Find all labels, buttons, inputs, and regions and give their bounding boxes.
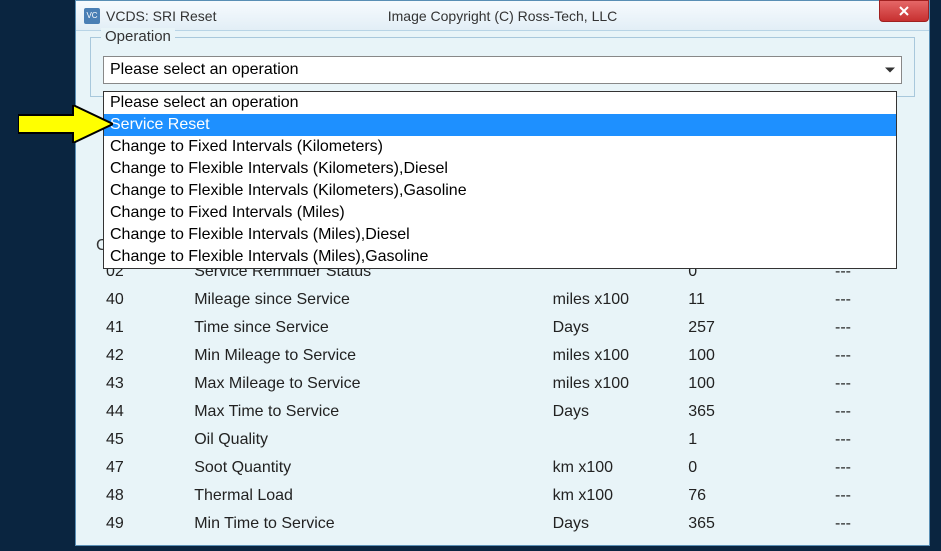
- table-row: 49Min Time to ServiceDays365---: [92, 511, 913, 537]
- dropdown-option[interactable]: Change to Flexible Intervals (Kilometers…: [104, 180, 896, 202]
- table-row: 40Mileage since Servicemiles x10011---: [92, 287, 913, 313]
- pointer-arrow-icon: [18, 105, 113, 148]
- channel-name: Mileage since Service: [194, 287, 550, 313]
- table-row: 42Min Mileage to Servicemiles x100100---: [92, 343, 913, 369]
- channel-name: Time since Service: [194, 315, 550, 341]
- channel-value: 76: [688, 483, 833, 509]
- table-row: 47Soot Quantitykm x1000---: [92, 455, 913, 481]
- channel-number: 44: [92, 399, 192, 425]
- app-icon: VC: [84, 8, 100, 24]
- channel-number: 48: [92, 483, 192, 509]
- channel-number: 45: [92, 427, 192, 453]
- channel-name: Max Time to Service: [194, 399, 550, 425]
- channel-number: 40: [92, 287, 192, 313]
- dropdown-option[interactable]: Service Reset: [104, 114, 896, 136]
- channel-new-value: ---: [835, 315, 913, 341]
- channel-unit: Days: [553, 315, 687, 341]
- channel-value: 1: [688, 427, 833, 453]
- operation-dropdown-list[interactable]: Please select an operationService ResetC…: [103, 91, 897, 269]
- channel-new-value: ---: [835, 399, 913, 425]
- channel-unit: Days: [553, 511, 687, 537]
- channel-new-value: ---: [835, 427, 913, 453]
- table-row: 48Thermal Loadkm x10076---: [92, 483, 913, 509]
- channel-number: 41: [92, 315, 192, 341]
- close-button[interactable]: [879, 0, 929, 22]
- channel-new-value: ---: [835, 455, 913, 481]
- channel-name: Min Time to Service: [194, 511, 550, 537]
- copyright-text: Image Copyright (C) Ross-Tech, LLC: [388, 8, 618, 24]
- app-window: VC VCDS: SRI Reset Image Copyright (C) R…: [75, 0, 930, 546]
- channel-unit: Days: [553, 399, 687, 425]
- table-row: 44Max Time to ServiceDays365---: [92, 399, 913, 425]
- channel-unit: miles x100: [553, 371, 687, 397]
- dropdown-option[interactable]: Change to Flexible Intervals (Miles),Die…: [104, 224, 896, 246]
- channel-new-value: ---: [835, 371, 913, 397]
- operation-legend: Operation: [101, 28, 175, 45]
- table-row: 45Oil Quality 1---: [92, 427, 913, 453]
- channel-name: Soot Quantity: [194, 455, 550, 481]
- channel-new-value: ---: [835, 483, 913, 509]
- channel-new-value: ---: [835, 287, 913, 313]
- channel-new-value: ---: [835, 511, 913, 537]
- channel-number: 47: [92, 455, 192, 481]
- operation-combobox[interactable]: Please select an operation: [103, 56, 902, 84]
- channel-value: 365: [688, 511, 833, 537]
- channel-value: 0: [688, 455, 833, 481]
- channel-value: 11: [688, 287, 833, 313]
- channel-name: Max Mileage to Service: [194, 371, 550, 397]
- channel-value: 100: [688, 343, 833, 369]
- dropdown-option[interactable]: Change to Flexible Intervals (Miles),Gas…: [104, 246, 896, 268]
- channel-number: 42: [92, 343, 192, 369]
- channel-value: 257: [688, 315, 833, 341]
- channel-value: 100: [688, 371, 833, 397]
- table-row: 41Time since ServiceDays257---: [92, 315, 913, 341]
- operation-group: Operation Please select an operation: [90, 37, 915, 97]
- channel-unit: [553, 427, 687, 453]
- titlebar: VC VCDS: SRI Reset Image Copyright (C) R…: [76, 1, 929, 31]
- channels-table: 02Service Reminder Status0---40Mileage s…: [90, 257, 915, 539]
- channel-name: Min Mileage to Service: [194, 343, 550, 369]
- channel-unit: km x100: [553, 455, 687, 481]
- channel-name: Oil Quality: [194, 427, 550, 453]
- chevron-down-icon: [885, 68, 895, 73]
- window-title: VCDS: SRI Reset: [106, 8, 216, 24]
- table-row: 43Max Mileage to Servicemiles x100100---: [92, 371, 913, 397]
- channel-unit: miles x100: [553, 287, 687, 313]
- close-icon: [898, 5, 910, 17]
- dropdown-option[interactable]: Please select an operation: [104, 92, 896, 114]
- channel-name: Thermal Load: [194, 483, 550, 509]
- channel-number: 43: [92, 371, 192, 397]
- dropdown-option[interactable]: Change to Fixed Intervals (Kilometers): [104, 136, 896, 158]
- channel-value: 365: [688, 399, 833, 425]
- dropdown-option[interactable]: Change to Flexible Intervals (Kilometers…: [104, 158, 896, 180]
- channel-new-value: ---: [835, 343, 913, 369]
- channel-number: 49: [92, 511, 192, 537]
- dropdown-option[interactable]: Change to Fixed Intervals (Miles): [104, 202, 896, 224]
- operation-selected-text: Please select an operation: [110, 61, 299, 79]
- channel-unit: km x100: [553, 483, 687, 509]
- channel-unit: miles x100: [553, 343, 687, 369]
